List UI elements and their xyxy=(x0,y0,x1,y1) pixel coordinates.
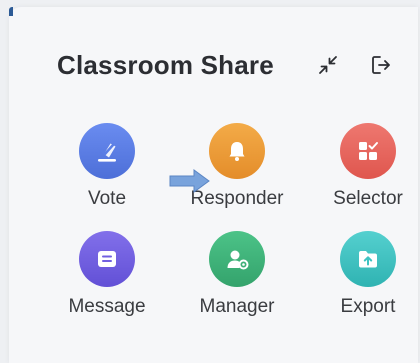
tool-vote[interactable]: Vote xyxy=(47,123,167,233)
tool-manager[interactable]: Manager xyxy=(177,231,297,341)
tool-label: Export xyxy=(340,296,396,317)
collapse-button[interactable] xyxy=(313,50,343,80)
tool-selector[interactable]: Selector xyxy=(308,123,420,233)
panel-title: Classroom Share xyxy=(57,50,274,80)
collapse-arrows-icon xyxy=(319,56,337,74)
tool-label: Manager xyxy=(199,296,275,317)
vote-check-icon xyxy=(98,143,116,162)
manager-icon-circle xyxy=(209,231,265,287)
selector-icon-circle xyxy=(340,123,396,179)
export-folder-icon xyxy=(359,251,377,268)
tool-label: Selector xyxy=(333,188,403,209)
panel-corner-accent xyxy=(9,7,13,16)
export-icon-circle xyxy=(340,231,396,287)
exit-button[interactable] xyxy=(366,50,396,80)
exit-icon xyxy=(372,56,390,74)
vote-icon-circle xyxy=(79,123,135,179)
tool-export[interactable]: Export xyxy=(308,231,420,341)
tool-label: Vote xyxy=(87,188,127,209)
responder-icon-circle xyxy=(209,123,265,179)
bell-icon xyxy=(229,142,245,161)
blue-arrow-icon xyxy=(169,169,210,193)
message-icon-circle xyxy=(79,231,135,287)
tool-message[interactable]: Message xyxy=(47,231,167,341)
selector-grid-icon xyxy=(359,142,378,160)
message-icon xyxy=(98,251,116,267)
manager-user-icon xyxy=(227,250,249,270)
tool-label: Message xyxy=(68,296,146,317)
